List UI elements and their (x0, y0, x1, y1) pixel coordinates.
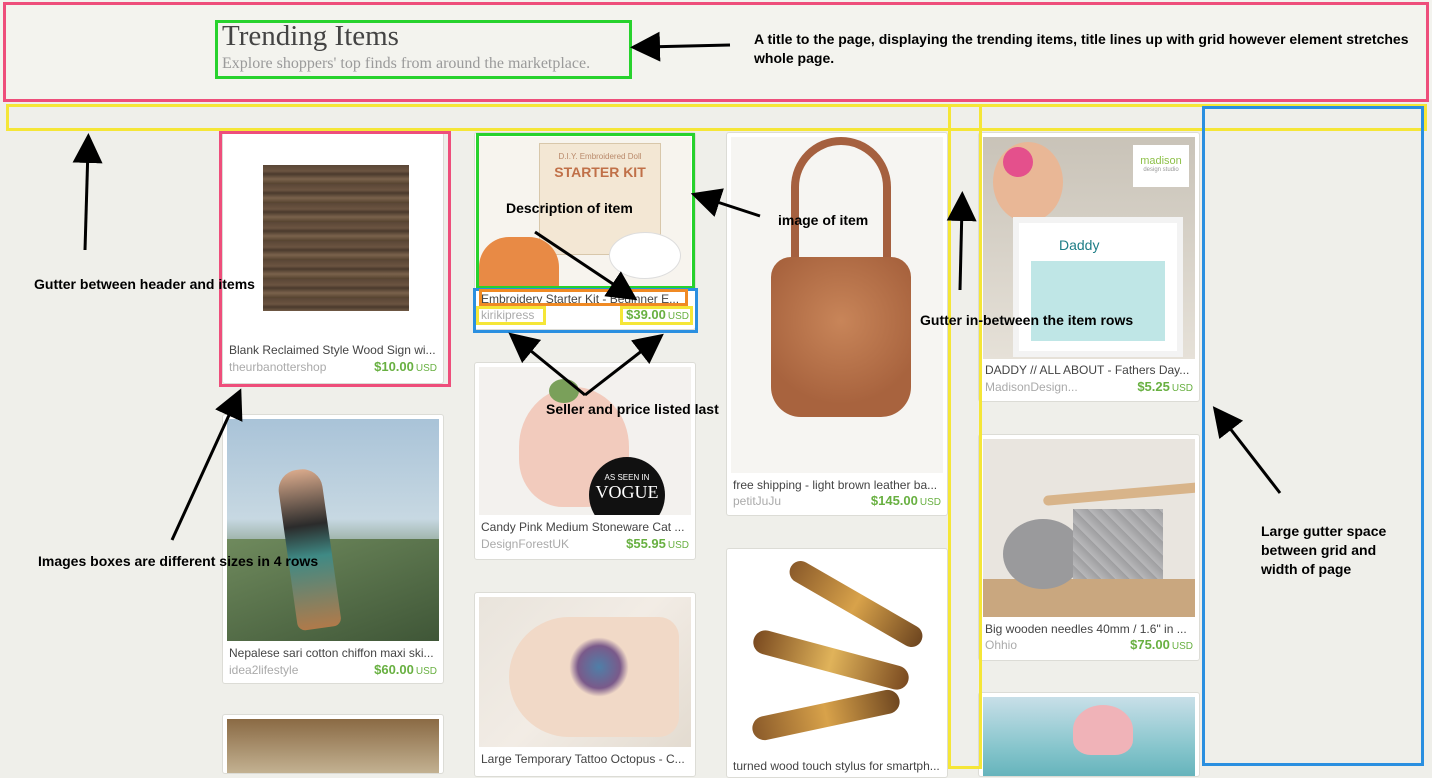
item-card-daddy-frame[interactable]: Daddy madison design studio DADDY // ALL… (978, 132, 1200, 402)
item-seller[interactable]: MadisonDesign... (985, 380, 1078, 394)
leather-bag-image[interactable] (731, 137, 943, 473)
partial-item-image[interactable] (227, 719, 439, 773)
annotation-image-sizes: Images boxes are different sizes in 4 ro… (38, 553, 319, 569)
madison-logo: madison design studio (1133, 145, 1189, 187)
annotation-gutter-rows: Gutter in-between the item rows (920, 312, 1134, 328)
annotation-description-note: Description of item (506, 200, 633, 216)
annotation-seller-price: Seller and price listed last (546, 401, 719, 417)
item-price: $75.00 USD (1130, 637, 1193, 652)
knitting-image[interactable] (983, 439, 1195, 617)
item-description[interactable]: free shipping - light brown leather ba..… (733, 478, 941, 492)
item-seller[interactable]: Ohhio (985, 638, 1017, 652)
arrow-large-gutter (1212, 406, 1282, 494)
item-card-partial-beach[interactable] (978, 692, 1200, 777)
item-description[interactable]: Nepalese sari cotton chiffon maxi ski... (229, 646, 437, 660)
item-seller[interactable]: DesignForestUK (481, 537, 569, 551)
item-price: $5.25 USD (1137, 379, 1193, 394)
item-seller[interactable]: kirikipress (481, 308, 534, 322)
annotation-title-note: A title to the page, displaying the tren… (754, 31, 1409, 66)
dancer-image[interactable] (227, 419, 439, 641)
item-card-stylus[interactable]: turned wood touch stylus for smartph... (726, 548, 948, 778)
arrow-gutter-header (72, 133, 103, 251)
item-description[interactable]: Blank Reclaimed Style Wood Sign wi... (229, 343, 437, 357)
annotation-gutter-header-box (6, 104, 1427, 131)
annotation-arrows (72, 31, 1282, 541)
item-card-knitting[interactable]: Big wooden needles 40mm / 1.6" in ... Oh… (978, 434, 1200, 661)
item-seller[interactable]: idea2lifestyle (229, 663, 298, 677)
item-price: $60.00 USD (374, 662, 437, 677)
item-price: $39.00 USD (626, 307, 689, 322)
page-title: Trending Items (222, 20, 399, 52)
item-price: $55.95 USD (626, 536, 689, 551)
arrow-gutter-rows (946, 191, 977, 291)
item-price: $145.00 USD (870, 493, 941, 508)
item-description[interactable]: Candy Pink Medium Stoneware Cat ... (481, 520, 689, 534)
kit-box-text: D.I.Y. Embroidered Doll (558, 152, 642, 161)
annotation-large-gutter: Large gutter space between grid and widt… (1261, 523, 1387, 577)
wood-sign-image[interactable] (227, 137, 439, 337)
annotation-gutter-header: Gutter between header and items (34, 276, 255, 292)
kit-box-title: STARTER KIT (554, 164, 646, 180)
item-card-wood-sign[interactable]: Blank Reclaimed Style Wood Sign wi... th… (222, 132, 444, 384)
item-seller[interactable]: theurbanottershop (229, 360, 326, 374)
cat-planter-image[interactable]: AS SEEN IN VOGUE (479, 367, 691, 515)
item-description[interactable]: Embroidery Starter Kit - Beginner E... (481, 292, 689, 306)
item-card-tattoo[interactable]: Large Temporary Tattoo Octopus - C... (474, 592, 696, 777)
partial-beach-image[interactable] (983, 697, 1195, 776)
item-description[interactable]: Big wooden needles 40mm / 1.6" in ... (985, 622, 1193, 636)
annotation-right-gutter-box (1202, 106, 1424, 766)
stylus-image[interactable] (731, 553, 943, 753)
annotation-gutter-column-box (948, 104, 982, 769)
item-price: $10.00 USD (374, 359, 437, 374)
item-card-starter-kit[interactable]: D.I.Y. Embroidered Doll STARTER KIT Embr… (474, 132, 696, 330)
item-card-partial[interactable] (222, 714, 444, 774)
item-card-leather-bag[interactable]: free shipping - light brown leather ba..… (726, 132, 948, 516)
tattoo-image[interactable] (479, 597, 691, 747)
page-subtitle: Explore shoppers' top finds from around … (222, 55, 591, 72)
frame-word: Daddy (1059, 237, 1100, 253)
item-card-maxi-skirt[interactable]: Nepalese sari cotton chiffon maxi ski...… (222, 414, 444, 684)
item-description[interactable]: Large Temporary Tattoo Octopus - C... (481, 752, 689, 766)
item-card-cat-planter[interactable]: AS SEEN IN VOGUE Candy Pink Medium Stone… (474, 362, 696, 560)
annotation-image-note: image of item (778, 212, 869, 228)
item-seller[interactable]: petitJuJu (733, 494, 781, 508)
item-description[interactable]: DADDY // ALL ABOUT - Fathers Day... (985, 363, 1193, 377)
